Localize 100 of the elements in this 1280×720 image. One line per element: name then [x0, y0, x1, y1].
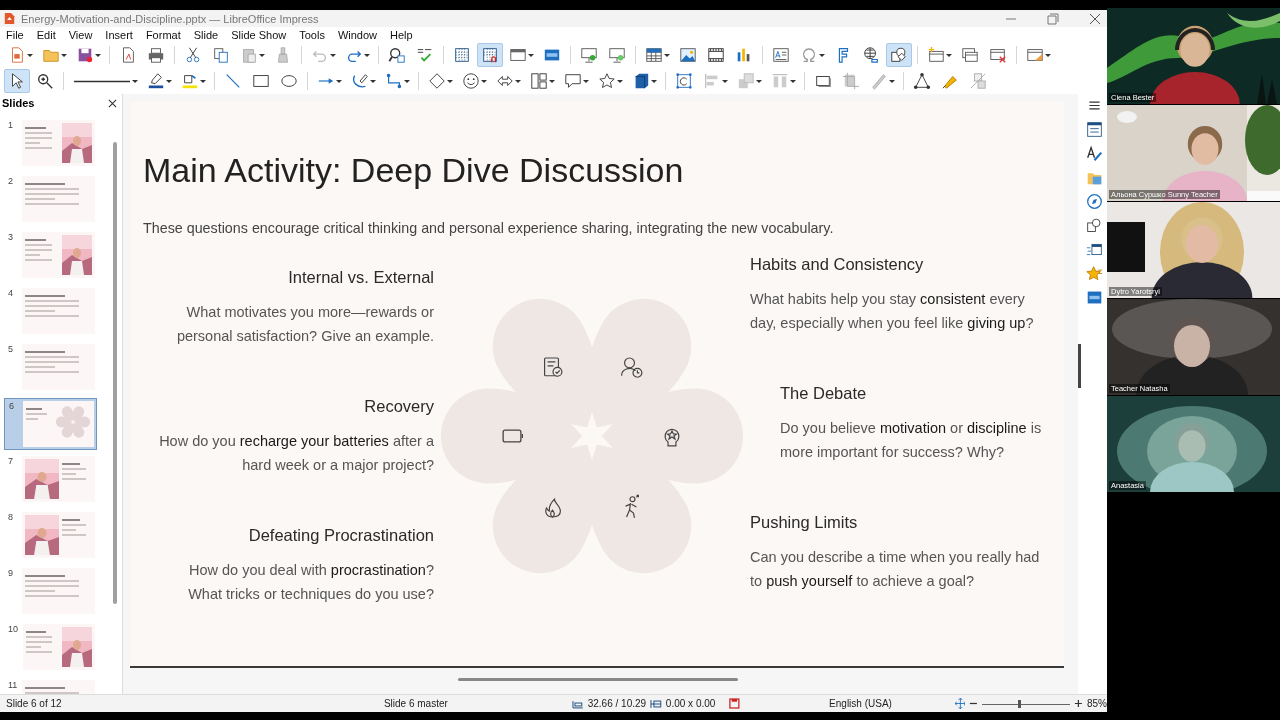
document-modified-icon[interactable] [729, 698, 741, 709]
caret-icon[interactable] [330, 53, 336, 57]
caret-icon[interactable] [889, 79, 895, 83]
zoom-slider-thumb[interactable] [1018, 699, 1022, 708]
new-slide-icon [926, 46, 946, 64]
slide-thumbnail[interactable] [23, 401, 94, 447]
caret-icon[interactable] [617, 79, 623, 83]
navigator-button[interactable] [1085, 193, 1103, 210]
slide-thumbnail[interactable] [22, 232, 95, 278]
slide-transition-button[interactable] [1085, 241, 1103, 258]
slide-thumbnail[interactable] [22, 456, 95, 502]
menu-item[interactable]: Help [390, 28, 413, 41]
slide-number: 7 [8, 456, 14, 468]
slide-thumbnail[interactable] [22, 176, 95, 222]
caret-icon[interactable] [583, 79, 589, 83]
scrollbar-thumb[interactable] [113, 142, 117, 604]
fit-slide-icon[interactable] [954, 698, 966, 709]
slide-entry[interactable]: 11 [4, 678, 97, 694]
menu-item[interactable]: File [6, 28, 24, 41]
menu-item[interactable]: Format [145, 28, 181, 41]
extrusion-icon [968, 72, 988, 90]
caret-icon[interactable] [528, 53, 534, 57]
caret-icon[interactable] [946, 53, 952, 57]
topic-question: How do you deal with procrastination? What tricks or techniques do you use? [187, 561, 434, 604]
close-icon[interactable] [108, 98, 117, 108]
caret-icon[interactable] [549, 79, 555, 83]
scrollbar-thumb[interactable] [458, 678, 738, 681]
delete-slide-icon [988, 46, 1008, 64]
zoom-percent: 85% [1087, 698, 1107, 709]
zoom-slider[interactable] [982, 698, 1071, 709]
flame-icon [545, 498, 561, 518]
slide-entry[interactable]: 4 [4, 286, 97, 338]
caret-icon[interactable] [336, 79, 342, 83]
topic-heading: Habits and Consistency [750, 254, 925, 274]
interaction-button[interactable] [886, 43, 912, 67]
slide-entry[interactable]: 8 [4, 510, 97, 562]
caret-icon[interactable] [27, 53, 33, 57]
properties-button[interactable] [1085, 121, 1103, 138]
slide-entry[interactable]: 9 [4, 566, 97, 618]
object-size: 0.00 x 0.00 [665, 698, 716, 709]
menu-item[interactable]: Insert [105, 28, 133, 41]
caret-icon[interactable] [259, 53, 265, 57]
slide-thumbnail[interactable] [22, 344, 95, 390]
slide-number: 3 [8, 232, 14, 244]
caret-icon[interactable] [790, 79, 796, 83]
menu-item[interactable]: Edit [36, 28, 56, 41]
menu-item[interactable]: Slide [193, 28, 219, 41]
menu-item[interactable]: Slide Show [231, 28, 287, 41]
caret-icon[interactable] [95, 53, 101, 57]
slide-thumbnail[interactable] [22, 568, 95, 614]
caret-icon[interactable] [819, 53, 825, 57]
language[interactable]: English (USA) [829, 698, 951, 709]
caret-icon[interactable] [651, 79, 657, 83]
caret-icon[interactable] [756, 79, 762, 83]
close-button[interactable] [1089, 12, 1101, 25]
caret-icon[interactable] [447, 79, 453, 83]
caret-icon[interactable] [1045, 53, 1051, 57]
slide-thumbnail[interactable] [22, 512, 95, 558]
caret-icon[interactable] [515, 79, 521, 83]
caret-icon[interactable] [404, 79, 410, 83]
caret-icon[interactable] [200, 79, 206, 83]
snap-grid-button[interactable] [477, 43, 503, 67]
slide-thumbnail[interactable] [22, 120, 95, 166]
slide-thumbnail[interactable] [22, 288, 95, 334]
caret-icon[interactable] [132, 79, 138, 83]
slide-entry[interactable]: 1 [4, 118, 97, 170]
slide-entry[interactable]: 10 [4, 622, 97, 674]
selected-slide-highlight[interactable]: 6 [4, 398, 97, 450]
maximize-button[interactable] [1047, 12, 1059, 25]
intro-text: These questions encourage critical thinking and personal experience sharing, integrating the new vocabulary. [143, 219, 835, 238]
caret-icon[interactable] [166, 79, 172, 83]
slide-number: 10 [8, 624, 18, 636]
caret-icon[interactable] [370, 79, 376, 83]
filter-icon [869, 72, 889, 90]
caret-icon[interactable] [481, 79, 487, 83]
zoom-in-icon[interactable] [1074, 699, 1083, 708]
caret-icon[interactable] [722, 79, 728, 83]
styles-button[interactable] [1085, 145, 1103, 162]
sidebar-handle[interactable] [1078, 344, 1081, 388]
caret-icon[interactable] [364, 53, 370, 57]
slide-entry[interactable]: 2 [4, 174, 97, 226]
lightbulb-icon [664, 428, 680, 447]
slide-thumbnail[interactable] [23, 624, 95, 670]
grid-icon [452, 46, 472, 64]
animation-button[interactable] [1085, 265, 1103, 282]
master-slides-button[interactable] [1085, 289, 1103, 306]
topic-question: How do you recharge your batteries after a hard week or a major project? [158, 432, 434, 475]
menu-item[interactable]: Window [337, 28, 378, 41]
fill-color-icon [180, 72, 200, 90]
shapes-button[interactable] [1085, 217, 1103, 234]
menu-item[interactable]: View [68, 28, 93, 41]
select-button[interactable] [4, 69, 30, 93]
slide-entry[interactable]: 7 [4, 454, 97, 506]
caret-icon[interactable] [664, 53, 670, 57]
slide-entry[interactable]: 5 [4, 342, 97, 394]
slide-entry[interactable]: 3 [4, 230, 97, 282]
caret-icon[interactable] [61, 53, 67, 57]
menu-item[interactable]: Tools [299, 28, 325, 41]
topic-heading: Recovery [363, 396, 434, 416]
slide-number: 9 [8, 568, 14, 580]
